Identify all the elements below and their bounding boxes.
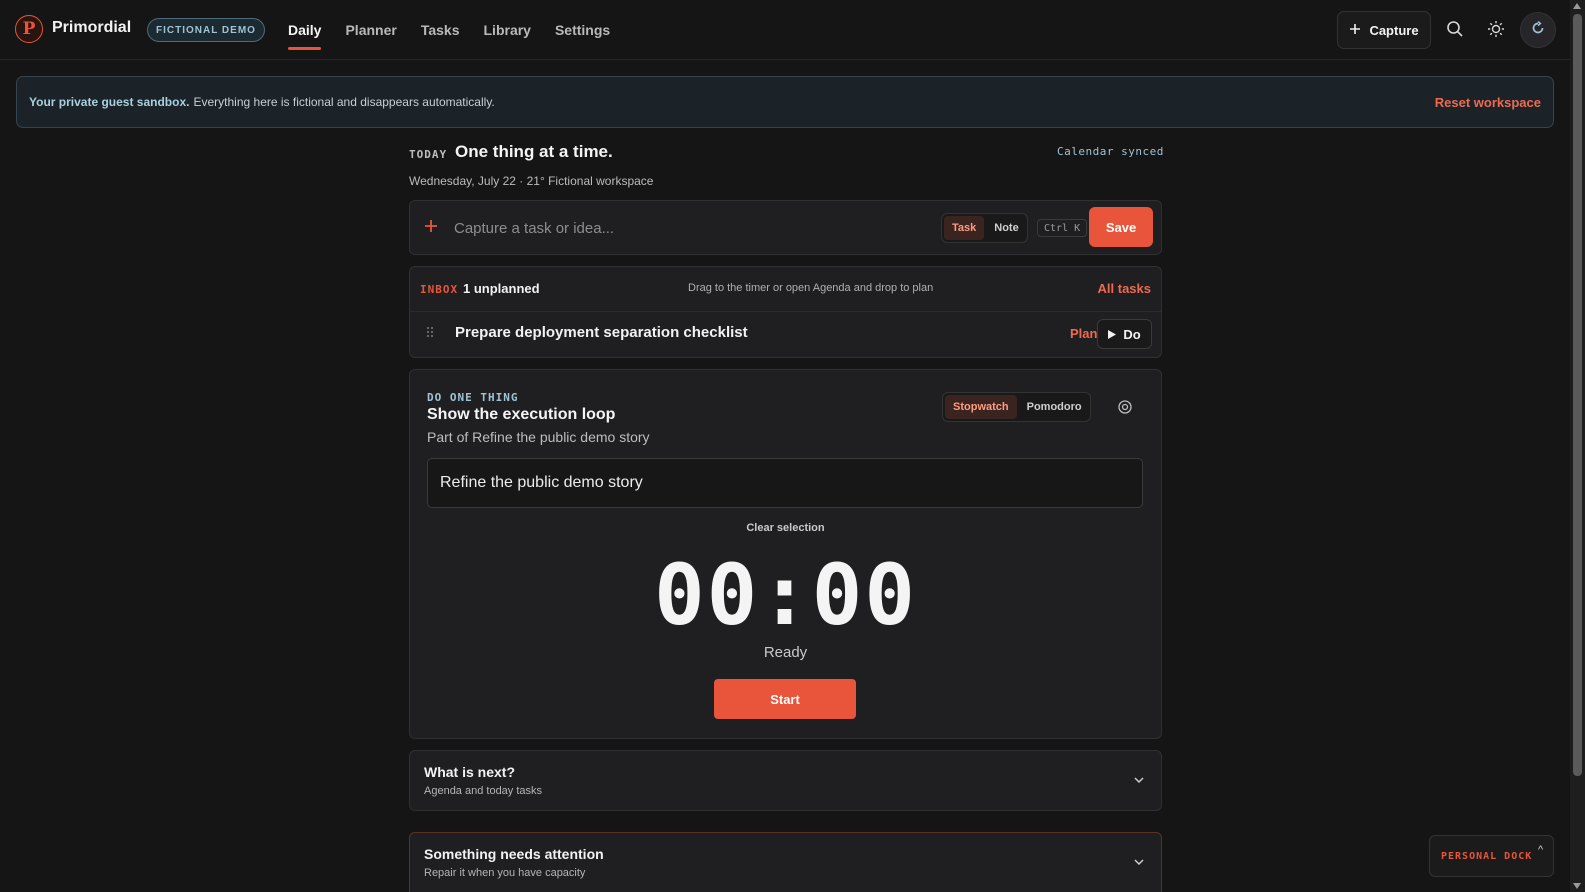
today-subtitle: Wednesday, July 22 · 21° Fictional works…: [409, 174, 654, 188]
mode-pomodoro-button[interactable]: Pomodoro: [1019, 395, 1090, 419]
drag-handle-icon[interactable]: [426, 326, 434, 341]
capture-button-label: Capture: [1369, 22, 1419, 38]
capture-mode-toggle: Task Note: [941, 213, 1028, 243]
sandbox-banner: Your private guest sandbox. Everything h…: [16, 76, 1554, 128]
section-title: Something needs attention: [424, 846, 604, 862]
nav-tasks[interactable]: Tasks: [421, 0, 460, 60]
scroll-up-arrow-icon[interactable]: [1573, 3, 1581, 9]
section-title: What is next?: [424, 764, 516, 780]
plus-icon: [1349, 23, 1361, 38]
what-is-next-section[interactable]: What is next? Agenda and today tasks: [409, 750, 1162, 811]
section-subtitle: Agenda and today tasks: [424, 785, 543, 797]
main-nav: Daily Planner Tasks Library Settings: [288, 0, 610, 60]
task-title[interactable]: Prepare deployment separation checklist: [455, 324, 748, 341]
section-subtitle: Repair it when you have capacity: [424, 867, 586, 879]
mode-note-button[interactable]: Note: [986, 216, 1026, 240]
demo-badge: FICTIONAL DEMO: [147, 18, 265, 42]
task-do-button[interactable]: Do: [1097, 319, 1152, 349]
refresh-avatar-button[interactable]: [1520, 12, 1556, 48]
focus-target-icon[interactable]: [1118, 400, 1132, 414]
chevron-down-icon[interactable]: [1133, 855, 1145, 867]
inbox-label: INBOX: [420, 283, 459, 296]
banner-text: Everything here is fictional and disappe…: [193, 95, 495, 109]
task-plan-button[interactable]: Plan: [1070, 326, 1097, 341]
clear-selection-button[interactable]: Clear selection: [410, 522, 1161, 534]
capture-button[interactable]: Capture: [1337, 11, 1431, 49]
caret-up-icon: ^: [1538, 844, 1544, 856]
top-bar: P Primordial FICTIONAL DEMO Daily Planne…: [0, 0, 1570, 60]
capture-input[interactable]: [454, 213, 924, 243]
mode-task-button[interactable]: Task: [944, 216, 985, 240]
chevron-down-icon[interactable]: [1133, 773, 1145, 785]
needs-attention-section[interactable]: Something needs attention Repair it when…: [409, 832, 1162, 892]
calendar-status: Calendar synced: [1057, 145, 1164, 158]
theme-toggle-sun-icon[interactable]: [1485, 18, 1507, 40]
scroll-down-arrow-icon[interactable]: [1573, 883, 1581, 889]
timer-status: Ready: [763, 644, 808, 661]
plus-icon: [424, 215, 438, 237]
project-select[interactable]: Refine the public demo story: [427, 458, 1143, 508]
search-icon[interactable]: [1444, 18, 1466, 40]
start-button[interactable]: Start: [714, 679, 856, 719]
inbox-hint: Drag to the timer or open Agenda and dro…: [688, 282, 934, 294]
focus-subtitle: Part of Refine the public demo story: [427, 429, 650, 445]
task-do-label: Do: [1123, 326, 1141, 342]
shortcut-hint: Ctrl K: [1037, 219, 1088, 237]
play-icon: [1108, 327, 1117, 342]
timer-mode-toggle: Stopwatch Pomodoro: [942, 392, 1091, 422]
inbox-card: INBOX 1 unplanned Drag to the timer or o…: [409, 266, 1162, 358]
page-title: One thing at a time.: [455, 142, 613, 161]
today-label: TODAY: [409, 148, 448, 161]
page-scrollbar[interactable]: [1570, 0, 1585, 892]
refresh-icon: [1531, 20, 1545, 40]
save-button[interactable]: Save: [1089, 207, 1153, 247]
app-brand[interactable]: Primordial: [52, 19, 131, 37]
focus-card: DO ONE THING Show the execution loop Par…: [409, 369, 1162, 739]
reset-workspace-link[interactable]: Reset workspace: [1435, 95, 1541, 110]
focus-title: Show the execution loop: [427, 406, 616, 423]
focus-label: DO ONE THING: [427, 391, 519, 404]
scroll-thumb[interactable]: [1573, 14, 1582, 776]
app-logo[interactable]: P: [15, 15, 43, 43]
inbox-header: INBOX 1 unplanned Drag to the timer or o…: [410, 267, 1161, 312]
personal-dock-button[interactable]: PERSONAL DOCK ^: [1429, 835, 1554, 877]
nav-daily[interactable]: Daily: [288, 0, 322, 60]
timer-display: 00:00: [654, 546, 917, 644]
nav-library[interactable]: Library: [484, 0, 531, 60]
all-tasks-link[interactable]: All tasks: [1098, 281, 1151, 296]
nav-settings[interactable]: Settings: [555, 0, 610, 60]
dock-label: PERSONAL DOCK: [1441, 851, 1533, 862]
inbox-count: 1 unplanned: [463, 281, 540, 296]
capture-card: Task Note Ctrl K Save: [409, 200, 1162, 255]
banner-title: Your private guest sandbox.: [29, 95, 190, 109]
nav-planner[interactable]: Planner: [345, 0, 396, 60]
mode-stopwatch-button[interactable]: Stopwatch: [945, 395, 1017, 419]
